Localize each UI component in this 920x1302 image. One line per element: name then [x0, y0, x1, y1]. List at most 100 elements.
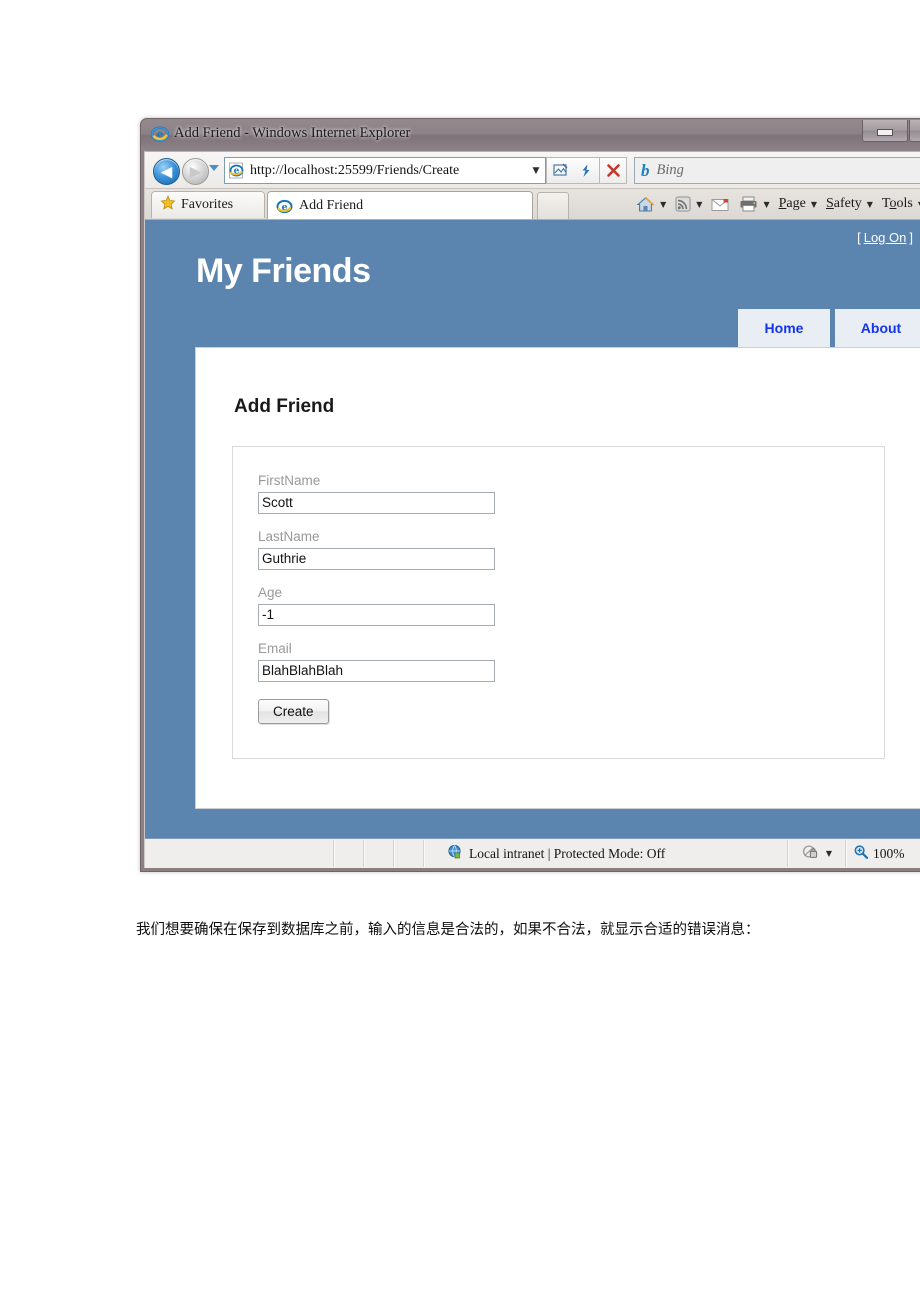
search-input[interactable]: b Bing [634, 157, 920, 184]
window-controls [861, 120, 920, 142]
document-caption: 我们想要确保在保存到数据库之前，输入的信息是合法的，如果不合法，就显示合适的错误… [136, 921, 760, 938]
ie-page-icon: e [276, 198, 293, 215]
log-on-open-bracket: [ [857, 230, 861, 245]
page-menu-label: Page [778, 196, 806, 211]
log-on-link[interactable]: Log On [864, 230, 907, 245]
ie-page-icon: e [228, 162, 245, 179]
field-group-firstname: FirstName [258, 473, 884, 529]
minimize-icon [877, 129, 893, 136]
nav-tab-home[interactable]: Home [738, 309, 830, 347]
mail-button[interactable] [708, 195, 733, 214]
command-bar: ▼ ▼ ▼ Page ▼ Safety ▼ Tools [630, 190, 920, 218]
browser-chrome: ◀ ▶ e http://localhost:25599/Friends/Cre… [144, 151, 920, 868]
home-icon [636, 196, 655, 212]
stop-button[interactable] [600, 157, 627, 184]
add-friend-form: FirstName LastName Age Email [232, 446, 885, 759]
globe-icon [447, 844, 463, 864]
forward-button[interactable]: ▶ [182, 158, 209, 185]
log-on-close-bracket: ] [909, 230, 913, 245]
star-icon [160, 194, 176, 216]
compatibility-view-icon [552, 163, 567, 176]
favorites-button[interactable]: Favorites [151, 191, 265, 218]
chevron-down-icon: ▼ [763, 199, 770, 209]
create-button[interactable]: Create [258, 699, 329, 724]
svg-text:e: e [234, 167, 240, 177]
recent-pages-chevron-down-icon[interactable] [209, 165, 219, 171]
bing-logo-icon: b [641, 161, 650, 180]
address-bar-url: http://localhost:25599/Friends/Create [250, 162, 460, 178]
security-zone[interactable]: Local intranet | Protected Mode: Off [425, 844, 787, 864]
browser-titlebar: e Add Friend - Windows Internet Explorer [141, 119, 920, 151]
field-group-age: Age [258, 585, 884, 641]
address-bar[interactable]: e http://localhost:25599/Friends/Create … [224, 157, 546, 184]
search-placeholder: Bing [656, 162, 684, 178]
status-bar: Local intranet | Protected Mode: Off ▼ 1… [145, 838, 920, 868]
tools-menu-label: Tools [881, 196, 913, 211]
security-zone-text: Local intranet | Protected Mode: Off [469, 845, 666, 861]
chevron-down-icon: ▼ [810, 199, 817, 209]
refresh-button[interactable] [573, 157, 600, 184]
field-group-lastname: LastName [258, 529, 884, 585]
main-content-panel: Add Friend FirstName LastName Age [195, 347, 920, 809]
site-title: My Friends [196, 252, 371, 290]
chevron-down-icon[interactable]: ▼ [826, 849, 832, 858]
email-label: Email [258, 641, 292, 656]
status-segment [395, 840, 423, 867]
chevron-down-icon: ▼ [696, 199, 703, 209]
zoom-level: 100% [873, 845, 905, 861]
home-button[interactable]: ▼ [633, 194, 669, 215]
magnifier-icon [853, 844, 869, 864]
svg-text:e: e [157, 129, 164, 141]
chevron-down-icon: ▼ [866, 199, 873, 209]
stop-icon [606, 164, 620, 177]
tab-bar: Favorites e Add Friend ▼ ▼ ▼ Page ▼ Safe… [145, 188, 920, 220]
site-container: [Log On] My Friends Home About Add Frien… [154, 220, 920, 838]
lastname-label: LastName [258, 529, 320, 544]
browser-tab-label: Add Friend [299, 198, 364, 213]
page-viewport: [Log On] My Friends Home About Add Frien… [145, 219, 920, 838]
browser-window: e Add Friend - Windows Internet Explorer… [140, 118, 920, 872]
lastname-input[interactable] [258, 548, 495, 570]
page-title: Add Friend [234, 396, 335, 417]
field-group-email: Email [258, 641, 884, 697]
privacy-lock-icon [802, 844, 820, 864]
safety-menu[interactable]: Safety ▼ [823, 194, 876, 214]
safety-menu-label: Safety [825, 196, 862, 211]
age-label: Age [258, 585, 283, 600]
firstname-input[interactable] [258, 492, 495, 514]
favorites-label: Favorites [181, 197, 234, 212]
new-tab-button[interactable] [537, 192, 569, 219]
feeds-button[interactable]: ▼ [672, 194, 705, 214]
page-menu[interactable]: Page ▼ [776, 194, 820, 214]
privacy-report-button[interactable]: ▼ [789, 844, 845, 864]
nav-tab-home-label: Home [764, 320, 804, 336]
address-chevron-down-icon[interactable]: ▼ [527, 166, 545, 176]
zoom-control[interactable]: 100% [847, 844, 920, 864]
age-input[interactable] [258, 604, 495, 626]
compatibility-view-button[interactable] [546, 157, 574, 184]
mail-icon [711, 198, 729, 211]
chevron-down-icon: ▼ [660, 199, 667, 209]
printer-icon [740, 196, 757, 212]
browser-tab-add-friend[interactable]: e Add Friend [267, 191, 533, 220]
nav-tab-about[interactable]: About [835, 309, 920, 347]
minimize-button[interactable] [862, 120, 908, 142]
email-input[interactable] [258, 660, 495, 682]
rss-icon [675, 196, 691, 212]
ie-logo-icon: e [150, 125, 170, 143]
tools-menu[interactable]: Tools ▼ [879, 194, 920, 214]
status-segment [365, 840, 393, 867]
browser-title: Add Friend - Windows Internet Explorer [174, 125, 411, 141]
svg-text:e: e [281, 201, 287, 212]
back-arrow-icon: ◀ [160, 162, 173, 180]
nav-tab-about-label: About [860, 320, 902, 336]
status-segment [335, 840, 363, 867]
refresh-icon [582, 164, 590, 177]
log-on-section: [Log On] [857, 230, 913, 245]
print-button[interactable]: ▼ [736, 194, 772, 214]
firstname-label: FirstName [258, 473, 321, 488]
primary-navigation: Home About [733, 309, 920, 347]
back-button[interactable]: ◀ [153, 158, 180, 185]
maximize-button[interactable] [909, 120, 920, 142]
forward-arrow-icon: ▶ [189, 162, 202, 180]
